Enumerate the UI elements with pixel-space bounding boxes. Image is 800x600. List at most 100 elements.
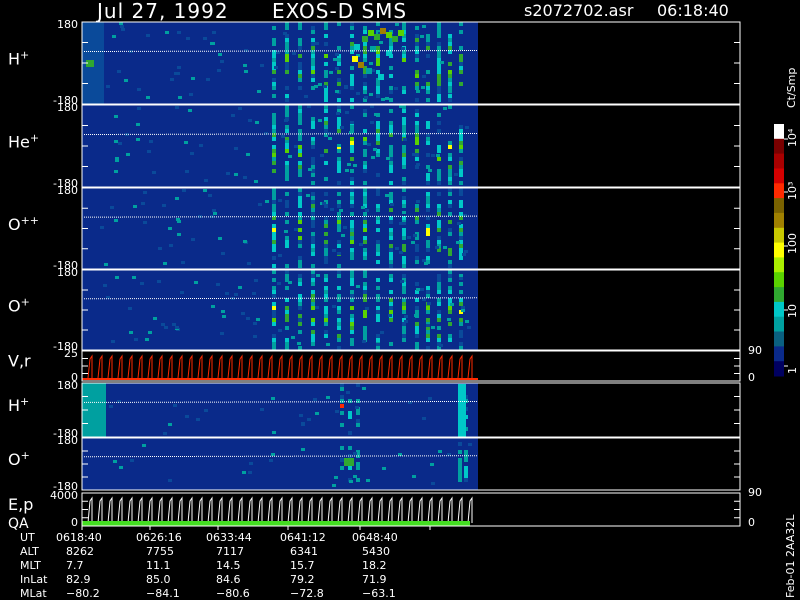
heatmap-cell [437,204,441,208]
heatmap-cell [134,338,138,341]
heatmap-cell [426,286,430,290]
heatmap-cell [185,170,189,173]
heatmap-cell [426,248,430,252]
heatmap-cell [350,125,354,129]
heatmap-cell [376,204,380,208]
heatmap-cell [363,161,367,165]
heatmap-cell [352,56,358,62]
heatmap-cell [298,117,302,121]
heatmap-cell [422,75,426,78]
heatmap-cell [389,274,393,278]
heatmap-cell [389,248,393,252]
heatmap-cell [298,161,302,165]
heatmap-cell [311,270,315,274]
x-tick-value: 0648:40 [352,531,398,544]
heatmap-cell [272,169,276,173]
heatmap-cell [459,330,463,334]
heatmap-cell [367,143,371,146]
heatmap-cell [226,172,230,175]
heatmap-cell [389,98,393,102]
heatmap-cell [415,256,419,260]
heatmap-cell [272,318,276,322]
heatmap-cell [324,224,328,228]
heatmap-cell [426,318,430,322]
heatmap-cell [272,270,276,274]
heatmap-cell [298,70,302,74]
heatmap-cell [437,90,441,94]
heatmap-cell [464,250,468,253]
heatmap-cell [194,281,198,284]
heatmap-cell [121,28,125,31]
heatmap-cell [464,478,468,482]
heatmap-cell [332,484,336,487]
heatmap-cell [402,244,406,248]
heatmap-cell [272,153,276,157]
heatmap-cell [448,86,452,90]
heatmap-cell [324,290,328,294]
heatmap-cell [448,105,452,109]
heatmap-cell [415,137,419,141]
heatmap-cell [402,149,406,153]
heatmap-cell [112,35,116,38]
heatmap-cell [440,61,444,64]
heatmap-cell [415,121,419,125]
heatmap-cell [272,204,276,208]
heatmap-cell [459,62,463,66]
heatmap-cell [335,410,339,413]
heatmap-cell [288,155,292,158]
heatmap-cell [448,141,452,145]
heatmap-cell [426,208,430,212]
heatmap-cell [426,200,430,204]
heatmap-cell [285,109,289,113]
heatmap-cell [152,171,156,174]
heatmap-cell [415,129,419,133]
heatmap-cell [349,480,353,483]
heatmap-cell [363,212,367,216]
heatmap-cell [311,173,315,177]
heatmap-cell [265,200,269,203]
heatmap-cell [363,137,367,141]
heatmap-cell [318,119,322,122]
heatmap-cell [350,306,354,310]
heatmap-cell [298,169,302,173]
heatmap-cell [448,232,452,236]
heatmap-cell [362,387,366,390]
heatmap-cell [426,42,430,46]
heatmap-cell [415,46,419,50]
colorbar-tick-label: 10³ [786,182,799,200]
heatmap-cell [428,397,432,400]
heatmap-cell [272,62,276,66]
heatmap-cell [448,145,452,149]
heatmap-cell [426,181,430,185]
heatmap-cell [426,204,430,208]
heatmap-cell [337,22,341,26]
heatmap-cell [234,173,238,176]
heatmap-cell [298,278,302,282]
heatmap-cell [272,244,276,248]
heatmap-cell [415,326,419,330]
heatmap-cell [459,129,463,133]
heatmap-cell [448,46,452,50]
heatmap-cell [415,74,419,78]
heatmap-cell [350,240,354,244]
heatmap-cell [412,153,416,156]
heatmap-cell [437,228,441,232]
heatmap-cell [437,240,441,244]
heatmap-cell [246,153,250,156]
heatmap-cell [426,338,430,342]
heatmap-cell [426,141,430,145]
heatmap-cell [311,212,315,216]
heatmap-cell [448,298,452,302]
heatmap-cell [459,298,463,302]
heatmap-cell [363,236,367,240]
heatmap-cell [404,320,408,323]
heatmap-cell [308,168,312,171]
heatmap-cell [311,342,315,346]
heatmap-cell [340,387,344,391]
heatmap-cell [402,306,406,310]
heatmap-cell [340,404,344,408]
heatmap-cell [298,264,302,268]
heatmap-cell [448,157,452,161]
heatmap-cell [220,332,224,335]
heatmap-cell [421,86,425,89]
